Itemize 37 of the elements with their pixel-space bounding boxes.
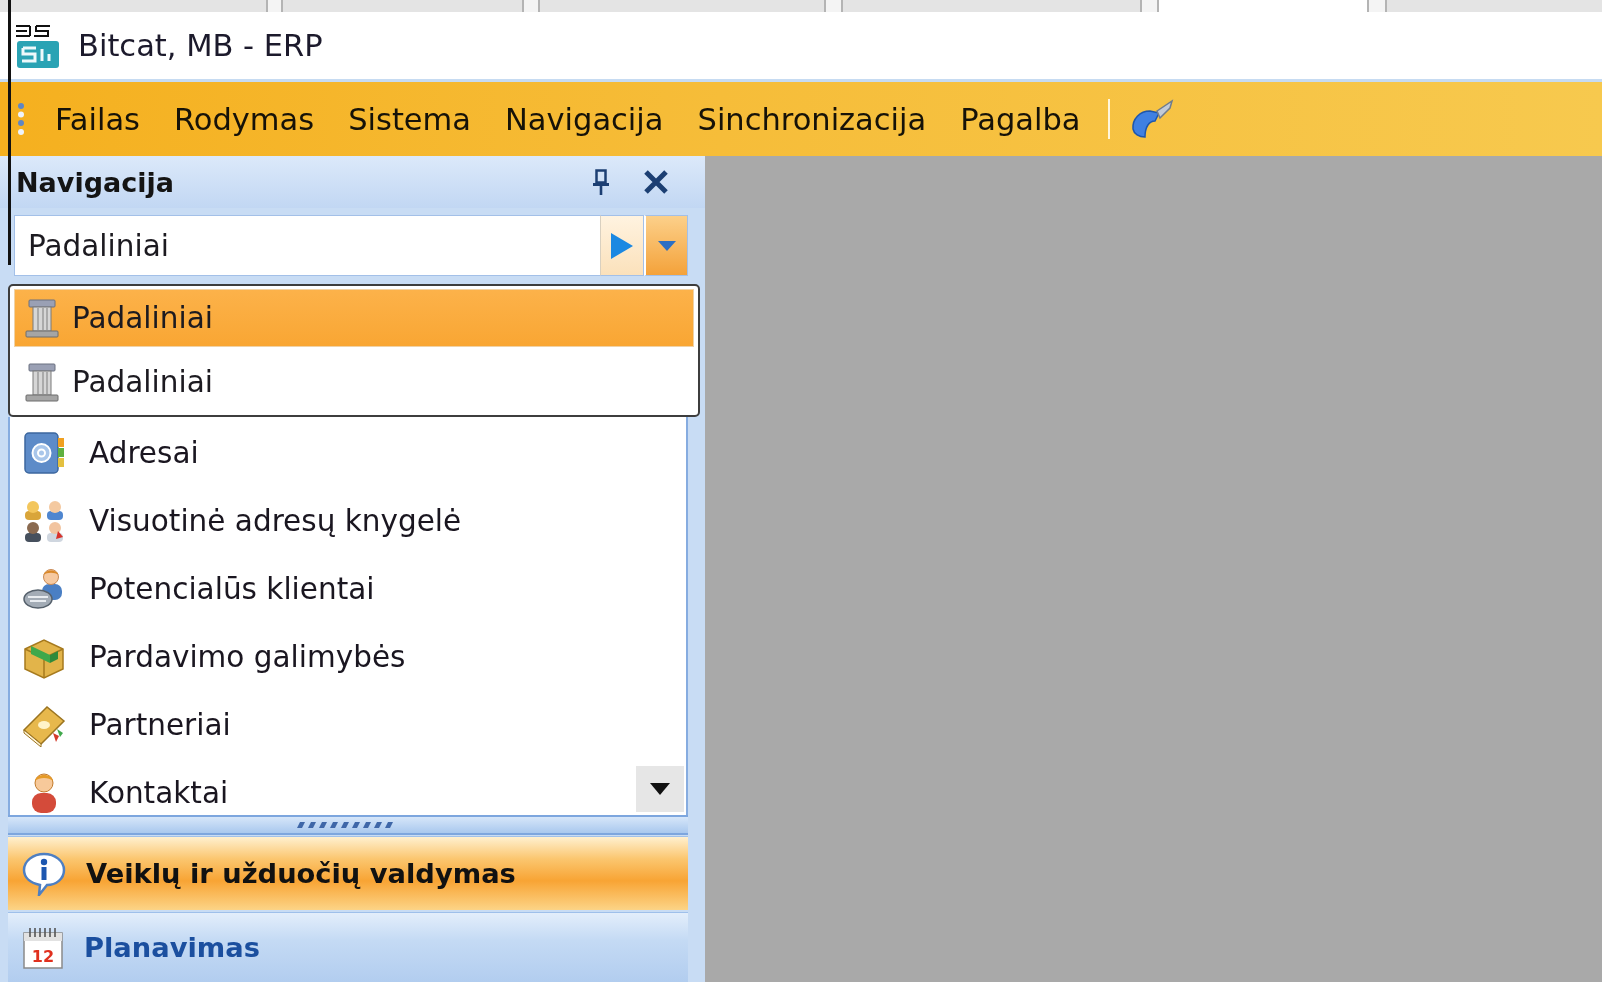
menu-item[interactable]: Rodymas (156, 89, 332, 149)
navigation-item[interactable]: Pardavimo galimybės (10, 623, 686, 691)
section-button[interactable]: 12 Planavimas (8, 912, 688, 982)
navigation-item[interactable]: Visuotinė adresų knygelė (10, 487, 686, 555)
navigation-item[interactable]: Partneriai (10, 691, 686, 759)
dropdown-button[interactable] (644, 215, 688, 276)
people-group-icon (22, 499, 66, 543)
app-logo-icon (14, 22, 60, 69)
play-icon (610, 231, 634, 260)
navigation-item[interactable]: Kontaktai (10, 759, 686, 815)
menu-item[interactable]: Sistema (331, 89, 488, 149)
grip-handle-icon[interactable] (17, 102, 25, 136)
splitter-handle[interactable] (8, 815, 688, 835)
navigation-select-field[interactable]: Padaliniai (14, 215, 600, 276)
menu-item[interactable]: Navigacija (488, 89, 681, 149)
column-icon (25, 298, 59, 338)
navigation-item[interactable]: Adresai (10, 419, 686, 487)
go-button[interactable] (600, 215, 644, 276)
panel-title: Navigacija (16, 166, 175, 198)
menu-item[interactable]: Pagalba (943, 89, 1098, 149)
info-bubble-icon (22, 851, 66, 896)
menu-item[interactable]: Sinchronizacija (680, 89, 944, 149)
caret-down-icon (657, 240, 676, 251)
scroll-down-button[interactable] (636, 766, 684, 812)
dropdown-option[interactable]: Padaliniai (14, 289, 694, 347)
window-title: Bitcat, MB - ERP (78, 28, 323, 63)
dropdown-option[interactable]: Padaliniai (14, 353, 694, 411)
pin-icon[interactable] (592, 169, 610, 195)
close-icon[interactable] (643, 169, 669, 195)
section-button[interactable]: Veiklų ir užduočių valdymas (8, 836, 688, 910)
caret-down-icon (650, 783, 670, 795)
column-icon (25, 362, 59, 402)
navigation-item[interactable]: Potencialūs klientai (10, 555, 686, 623)
book-icon (22, 703, 66, 747)
address-book-icon (22, 431, 66, 475)
menu-item[interactable]: Failas (38, 89, 157, 149)
tool-icon[interactable] (1129, 99, 1174, 139)
